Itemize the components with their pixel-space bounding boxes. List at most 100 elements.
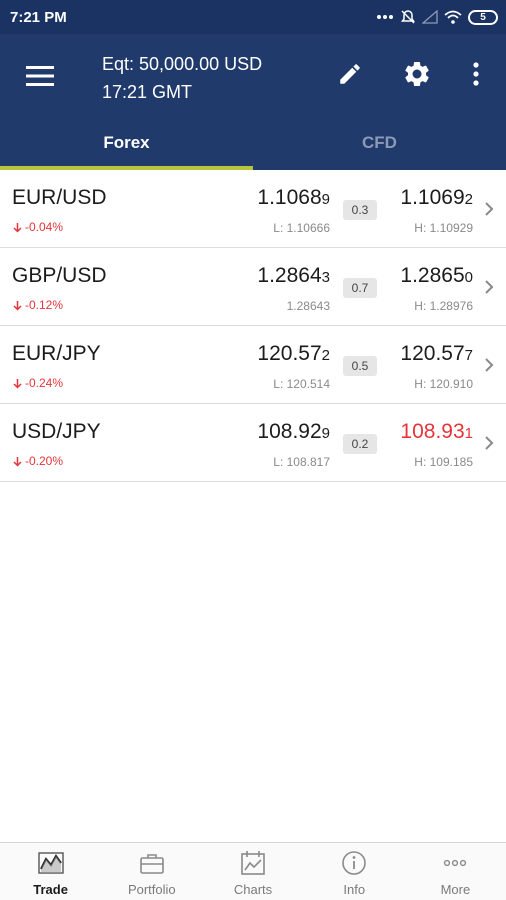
spread-badge: 0.3 (343, 200, 377, 220)
app-header: Eqt: 50,000.00 USD 17:21 GMT Forex CFD (0, 34, 506, 170)
bid-price[interactable]: 1.28643 (257, 264, 330, 288)
status-time: 7:21 PM (10, 9, 67, 26)
briefcase-icon (139, 854, 164, 874)
gear-icon (405, 61, 429, 86)
ask-price[interactable]: 1.28650 (400, 264, 473, 288)
hamburger-menu-icon[interactable] (22, 58, 58, 94)
nav-info[interactable]: Info (304, 843, 405, 900)
daily-change: -0.12% (12, 298, 63, 312)
bottom-navigation: Trade Portfolio Charts Info More (0, 842, 506, 900)
quote-row-usdjpy[interactable]: USD/JPY -0.20% 108.929 L: 108.817 0.2 10… (0, 404, 506, 482)
nav-label: Charts (233, 882, 273, 897)
quote-row-eurjpy[interactable]: EUR/JPY -0.24% 120.572 L: 120.514 0.5 12… (0, 326, 506, 404)
muted-alarm-icon (400, 9, 416, 25)
low-price: 1.28643 (286, 299, 330, 313)
high-price: H: 109.185 (414, 455, 473, 469)
nav-more[interactable]: More (405, 843, 506, 900)
signal-icon (422, 10, 438, 24)
ask-main: 120.57 (400, 342, 465, 365)
arrow-down-icon (13, 222, 22, 233)
more-dots-status-icon (376, 14, 394, 20)
instrument-name: EUR/JPY (12, 342, 101, 365)
tab-forex[interactable]: Forex (0, 126, 253, 170)
ask-price[interactable]: 108.931 (400, 420, 473, 444)
change-value: -0.20% (25, 454, 64, 468)
nav-label: Trade (33, 882, 68, 897)
spread-badge: 0.2 (343, 434, 377, 454)
ask-main: 1.1069 (400, 186, 465, 209)
quote-list: EUR/USD -0.04% 1.10689 L: 1.10666 0.3 1.… (0, 170, 506, 482)
change-value: -0.12% (25, 298, 64, 312)
low-price: L: 120.514 (273, 377, 330, 391)
quote-row-eurusd[interactable]: EUR/USD -0.04% 1.10689 L: 1.10666 0.3 1.… (0, 170, 506, 248)
ask-pip: 1 (464, 425, 473, 442)
bid-price[interactable]: 1.10689 (257, 186, 330, 210)
bid-pip: 9 (321, 425, 330, 442)
server-time: 17:21 GMT (102, 82, 193, 102)
battery-icon: 5 (468, 9, 498, 25)
ask-pip: 7 (464, 347, 473, 364)
nav-charts[interactable]: Charts (202, 843, 303, 900)
quote-row-gbpusd[interactable]: GBP/USD -0.12% 1.28643 1.28643 0.7 1.286… (0, 248, 506, 326)
account-equity: Eqt: 50,000.00 USD 17:21 GMT (102, 50, 262, 106)
nav-label: Info (343, 882, 366, 897)
low-price: L: 108.817 (273, 455, 330, 469)
change-value: -0.24% (25, 376, 64, 390)
nav-portfolio[interactable]: Portfolio (101, 843, 202, 900)
bid-price[interactable]: 120.572 (257, 342, 330, 366)
overflow-menu-button[interactable] (456, 54, 496, 94)
high-price: H: 1.10929 (414, 221, 473, 235)
edit-button[interactable] (330, 54, 370, 94)
low-price: L: 1.10666 (273, 221, 330, 235)
daily-change: -0.24% (12, 376, 63, 390)
nav-label: Portfolio (127, 882, 176, 897)
equity-value: Eqt: 50,000.00 USD (102, 54, 263, 74)
wifi-icon (444, 10, 462, 24)
bid-price[interactable]: 108.929 (257, 420, 330, 444)
ask-price[interactable]: 1.10692 (400, 186, 473, 210)
ask-pip: 2 (464, 191, 473, 208)
bid-main: 1.2864 (257, 264, 322, 287)
chevron-right-icon[interactable] (482, 200, 496, 218)
info-icon (342, 851, 367, 875)
arrow-down-icon (13, 456, 22, 467)
instrument-name: EUR/USD (12, 186, 107, 209)
change-value: -0.04% (25, 220, 64, 234)
calendar-chart-icon (241, 851, 265, 875)
status-bar: 7:21 PM 5 (0, 0, 506, 34)
nav-label: More (440, 882, 471, 897)
more-dots-icon (444, 859, 467, 867)
instrument-name: USD/JPY (12, 420, 101, 443)
chevron-right-icon[interactable] (482, 434, 496, 452)
market-tabs: Forex CFD (0, 126, 506, 170)
arrow-down-icon (13, 300, 22, 311)
arrow-down-icon (13, 378, 22, 389)
bid-main: 108.92 (257, 420, 322, 443)
ask-main: 1.2865 (400, 264, 465, 287)
spread-badge: 0.5 (343, 356, 377, 376)
status-icons: 5 (376, 8, 498, 26)
app-root: 7:21 PM 5 Eqt: 50,000.00 USD 17:21 GMT F… (0, 0, 506, 900)
bid-pip: 9 (321, 191, 330, 208)
pencil-icon (340, 64, 360, 84)
daily-change: -0.20% (12, 454, 63, 468)
high-price: H: 1.28976 (414, 299, 473, 313)
settings-button[interactable] (397, 54, 437, 94)
instrument-name: GBP/USD (12, 264, 107, 287)
bid-main: 1.1068 (257, 186, 322, 209)
chevron-right-icon[interactable] (482, 356, 496, 374)
spread-badge: 0.7 (343, 278, 377, 298)
tab-cfd[interactable]: CFD (253, 126, 506, 170)
vertical-dots-icon (473, 62, 479, 86)
ask-price[interactable]: 120.577 (400, 342, 473, 366)
ask-pip: 0 (464, 269, 473, 286)
chevron-right-icon[interactable] (482, 278, 496, 296)
bid-pip: 2 (321, 347, 330, 364)
ask-main: 108.93 (400, 420, 465, 443)
trade-chart-icon (37, 852, 64, 874)
nav-trade[interactable]: Trade (0, 843, 101, 900)
bid-main: 120.57 (257, 342, 322, 365)
daily-change: -0.04% (12, 220, 63, 234)
high-price: H: 120.910 (414, 377, 473, 391)
bid-pip: 3 (321, 269, 330, 286)
